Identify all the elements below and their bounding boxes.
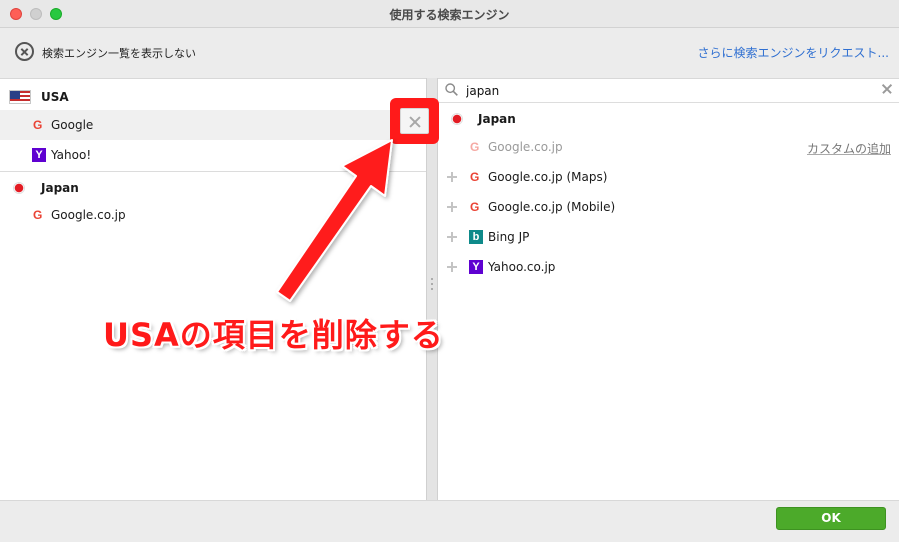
engine-label: Bing JP <box>488 230 530 244</box>
list-item-yahoo[interactable]: Y Yahoo! <box>0 140 426 170</box>
engine-label: Google.co.jp (Maps) <box>488 170 608 184</box>
available-engines-list: Japan G Google.co.jp カスタムの追加 G Google.co… <box>438 78 899 500</box>
engine-label: Google <box>51 118 94 132</box>
delete-engine-button[interactable] <box>400 108 429 134</box>
google-icon: G <box>470 140 480 154</box>
group-header-usa: USA <box>0 82 426 112</box>
hide-list-icon[interactable] <box>15 42 34 61</box>
group-label: Japan <box>478 112 516 126</box>
window-title: 使用する検索エンジン <box>389 8 510 22</box>
group-label: USA <box>41 90 69 104</box>
japan-flag-icon <box>451 113 463 125</box>
engine-label: Yahoo.co.jp <box>488 260 556 274</box>
list-item-google-co-jp-added: G Google.co.jp カスタムの追加 <box>438 132 899 162</box>
delete-highlight <box>390 98 439 144</box>
usa-flag-icon <box>9 90 31 104</box>
google-icon: G <box>33 208 43 222</box>
hide-list-label[interactable]: 検索エンジン一覧を表示しない <box>42 45 196 61</box>
engine-label: Google.co.jp <box>51 208 126 222</box>
yahoo-icon: Y <box>469 260 483 274</box>
yahoo-icon: Y <box>32 148 46 162</box>
search-icon <box>445 83 458 96</box>
google-icon: G <box>470 170 480 184</box>
google-icon: G <box>470 200 480 214</box>
annotation-label: USAの項目を削除する <box>103 316 444 354</box>
group-divider <box>0 171 426 172</box>
splitter-grip-icon <box>431 288 433 290</box>
group-header-japan: Japan <box>0 173 426 203</box>
splitter-grip-icon <box>431 278 433 280</box>
engine-label: Google.co.jp <box>488 140 563 154</box>
group-header-japan: Japan <box>438 104 899 134</box>
search-bar <box>438 79 899 103</box>
add-icon[interactable] <box>447 262 457 272</box>
toolbar: 検索エンジン一覧を表示しない さらに検索エンジンをリクエスト... <box>0 28 899 78</box>
engine-label: Google.co.jp (Mobile) <box>488 200 616 214</box>
splitter-grip-icon <box>431 283 433 285</box>
engine-label: Yahoo! <box>51 148 92 162</box>
list-item-yahoo-co-jp[interactable]: Y Yahoo.co.jp <box>438 252 899 282</box>
footer: OK <box>0 500 899 542</box>
selected-engines-list: USA G Google Y Yahoo! Japan G Google.co.… <box>0 78 426 500</box>
bing-icon: b <box>469 230 483 244</box>
add-icon[interactable] <box>447 172 457 182</box>
group-label: Japan <box>41 181 79 195</box>
list-item-google[interactable]: G Google <box>0 110 426 140</box>
list-item-google-co-jp[interactable]: G Google.co.jp <box>0 200 426 230</box>
japan-flag-icon <box>13 182 25 194</box>
clear-search-icon[interactable] <box>881 83 893 95</box>
list-item-google-maps[interactable]: G Google.co.jp (Maps) <box>438 162 899 192</box>
list-item-google-mobile[interactable]: G Google.co.jp (Mobile) <box>438 192 899 222</box>
list-item-bing-jp[interactable]: b Bing JP <box>438 222 899 252</box>
add-icon[interactable] <box>447 232 457 242</box>
search-input[interactable] <box>466 82 876 100</box>
ok-button[interactable]: OK <box>776 507 886 530</box>
add-custom-link[interactable]: カスタムの追加 <box>807 140 891 157</box>
request-engines-link[interactable]: さらに検索エンジンをリクエスト... <box>698 44 889 61</box>
title-bar: 使用する検索エンジン <box>0 0 899 28</box>
add-icon[interactable] <box>447 202 457 212</box>
google-icon: G <box>33 118 43 132</box>
